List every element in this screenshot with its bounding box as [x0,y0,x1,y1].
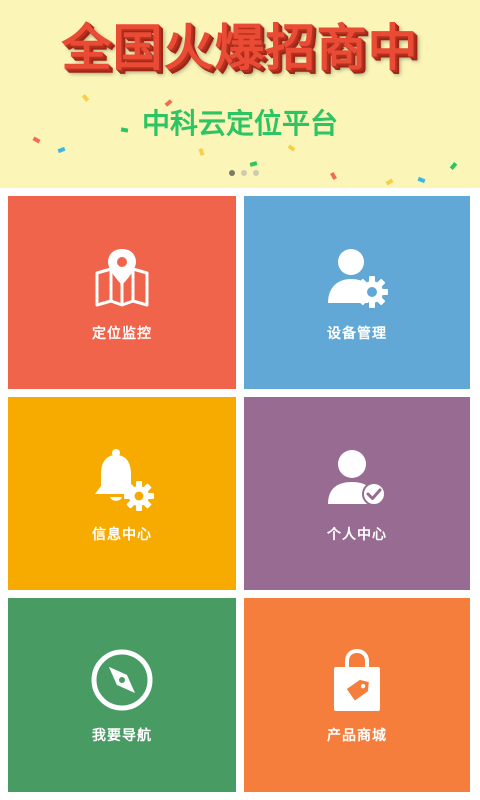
pager-dot[interactable] [229,170,235,176]
confetti-piece [287,144,296,152]
tile-label: 信息中心 [92,526,152,543]
confetti-piece [385,178,394,186]
tile-label: 定位监控 [92,325,152,342]
tile-label: 个人中心 [327,526,387,543]
tile-label: 我要导航 [92,728,152,744]
tile-personal-center[interactable]: 个人中心 [244,397,470,590]
shopping-bag-icon [322,645,392,715]
confetti-piece [249,161,258,167]
banner-pager[interactable] [229,170,259,176]
compass-icon [87,645,157,715]
pager-dot[interactable] [253,170,259,176]
tile-product-mall[interactable]: 产品商城 [244,598,470,792]
banner-title: 全国火爆招商中 [61,19,419,77]
banner-subtitle: 中科云定位平台 [141,107,338,140]
tile-navigation[interactable]: 我要导航 [8,598,236,792]
user-settings-icon [322,243,392,313]
promo-banner[interactable]: 全国火爆招商中 中科云定位平台 [0,0,480,188]
menu-grid: 定位监控 设备管理 信息中心 个人中心 我要导航 产品商城 [0,188,480,800]
confetti-piece [81,94,90,102]
confetti-piece [417,176,426,184]
tile-label: 产品商城 [327,728,387,744]
confetti-piece [330,171,337,181]
tile-label: 设备管理 [327,325,387,342]
map-pin-icon [87,243,157,313]
bell-settings-icon [87,444,157,514]
confetti-piece [198,148,205,156]
tile-device-management[interactable]: 设备管理 [244,196,470,389]
pager-dot[interactable] [241,170,247,176]
user-check-icon [322,444,392,514]
confetti-piece [57,146,66,154]
tile-location-monitor[interactable]: 定位监控 [8,196,236,389]
tile-message-center[interactable]: 信息中心 [8,397,236,590]
confetti-piece [449,162,458,170]
